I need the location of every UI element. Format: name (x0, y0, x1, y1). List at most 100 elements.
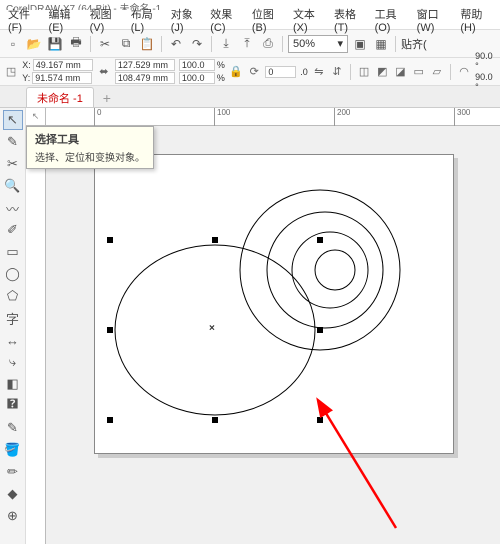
redo-icon[interactable]: ↷ (188, 35, 206, 53)
dropshadow-tool[interactable]: ◧ (3, 374, 23, 394)
menu-file[interactable]: 文件(F) (4, 4, 43, 36)
handle-mr[interactable] (317, 327, 323, 333)
ellipse-tool[interactable]: ◯ (3, 264, 23, 284)
lock-ratio-icon[interactable]: 🔒 (229, 64, 243, 80)
menu-bitmap[interactable]: 位图(B) (248, 4, 287, 36)
snap-label[interactable]: 贴齐( (401, 36, 427, 52)
tooltip-title: 选择工具 (35, 131, 145, 147)
rotation-icon: ⟳ (247, 64, 261, 80)
text-tool[interactable]: 字 (3, 308, 23, 328)
freehand-tool[interactable]: 〰 (3, 198, 23, 218)
undo-icon[interactable]: ↶ (167, 35, 185, 53)
handle-bl[interactable] (107, 417, 113, 423)
menu-window[interactable]: 窗口(W) (413, 4, 455, 36)
shape-tool[interactable]: ✎ (3, 132, 23, 152)
fill-tool[interactable]: 🪣 (3, 440, 23, 460)
handle-ml[interactable] (107, 327, 113, 333)
end-angle[interactable]: 90.0 ° (475, 72, 496, 92)
toolbox: ↖ ✎ ✂ 🔍 〰 ✐ ▭ ◯ ⬠ 字 ↔ ⤷ ◧ 🯄 ✎ 🪣 ✏ ◆ ⊕ (0, 108, 26, 544)
zoom-value: 50% (293, 38, 315, 50)
tooltip-desc: 选择、定位和变换对象。 (35, 149, 145, 164)
menu-text[interactable]: 文本(X) (289, 4, 328, 36)
w-field[interactable]: 127.529 mm (115, 59, 175, 71)
artistic-media-tool[interactable]: ✐ (3, 220, 23, 240)
ruler-horizontal[interactable]: 0 100 200 300 (46, 108, 500, 126)
zoom-tool[interactable]: 🔍 (3, 176, 23, 196)
menu-effect[interactable]: 效果(C) (206, 4, 246, 36)
menu-bar: 文件(F) 编辑(E) 视图(V) 布局(L) 对象(J) 效果(C) 位图(B… (0, 10, 500, 30)
scale-x-field[interactable]: 100.0 (179, 59, 215, 71)
export-icon[interactable]: ⤒ (238, 35, 256, 53)
ruler-origin[interactable]: ↖ (26, 108, 46, 126)
fullscreen-icon[interactable]: ▣ (351, 35, 369, 53)
workspace: ↖ ✎ ✂ 🔍 〰 ✐ ▭ ◯ ⬠ 字 ↔ ⤷ ◧ 🯄 ✎ 🪣 ✏ ◆ ⊕ ↖ … (0, 108, 500, 544)
transparency-tool[interactable]: 🯄 (3, 396, 23, 416)
menu-edit[interactable]: 编辑(E) (45, 4, 84, 36)
separator (395, 36, 396, 52)
document-tabbar: 未命名 -1 + (0, 86, 500, 108)
size-icon: ⬌ (97, 64, 111, 80)
chevron-down-icon: ▾ (337, 37, 343, 50)
menu-view[interactable]: 视图(V) (86, 4, 125, 36)
start-angle[interactable]: 90.0 ° (475, 51, 496, 71)
scale-y-field[interactable]: 100.0 (179, 72, 215, 84)
selection-center[interactable]: × (209, 323, 215, 334)
ruler-vertical[interactable] (26, 126, 46, 544)
paste-icon[interactable]: 📋 (138, 35, 156, 53)
save-icon[interactable]: 💾 (46, 35, 64, 53)
position-icon: ◳ (4, 64, 18, 80)
separator (450, 64, 451, 80)
polygon-tool[interactable]: ⬠ (3, 286, 23, 306)
handle-tr[interactable] (317, 237, 323, 243)
x-field[interactable]: 49.167 mm (33, 59, 93, 71)
y-field[interactable]: 91.574 mm (32, 72, 92, 84)
pick-tool[interactable]: ↖ (3, 110, 23, 130)
handle-bm[interactable] (212, 417, 218, 423)
tooltip: 选择工具 选择、定位和变换对象。 (26, 126, 154, 169)
handle-br[interactable] (317, 417, 323, 423)
parallel-dim-tool[interactable]: ↔ (3, 330, 23, 350)
document-tab[interactable]: 未命名 -1 (26, 87, 94, 107)
print-icon[interactable]: 🖶 (67, 35, 85, 53)
import-icon[interactable]: ⤓ (217, 35, 235, 53)
rectangle-tool[interactable]: ▭ (3, 242, 23, 262)
connector-tool[interactable]: ⤷ (3, 352, 23, 372)
ellipse-object[interactable] (110, 240, 320, 420)
open-icon[interactable]: 📂 (25, 35, 43, 53)
mirror-h-icon[interactable]: ⇋ (312, 64, 326, 80)
new-icon[interactable]: ▫ (4, 35, 22, 53)
opt3-icon[interactable]: ◪ (393, 64, 407, 80)
menu-layout[interactable]: 布局(L) (127, 4, 165, 36)
arc-icon[interactable]: ◠ (457, 64, 471, 80)
h-field[interactable]: 108.479 mm (115, 72, 175, 84)
new-tab-button[interactable]: + (98, 89, 116, 107)
more-tool[interactable]: ⊕ (3, 506, 23, 526)
separator (90, 36, 91, 52)
menu-help[interactable]: 帮助(H) (456, 4, 496, 36)
ruler-icon[interactable]: ▦ (372, 35, 390, 53)
y-label: Y: (22, 73, 30, 83)
crop-tool[interactable]: ✂ (3, 154, 23, 174)
opt4-icon[interactable]: ▭ (412, 64, 426, 80)
menu-object[interactable]: 对象(J) (167, 4, 205, 36)
opt5-icon[interactable]: ▱ (430, 64, 444, 80)
publish-icon[interactable]: ⎙ (259, 35, 277, 53)
property-bar: ◳ X: 49.167 mm Y: 91.574 mm ⬌ 127.529 mm… (0, 58, 500, 86)
handle-tm[interactable] (212, 237, 218, 243)
page[interactable]: × (94, 154, 454, 454)
eyedropper-tool[interactable]: ✎ (3, 418, 23, 438)
handle-tl[interactable] (107, 237, 113, 243)
cut-icon[interactable]: ✂ (96, 35, 114, 53)
zoom-combo[interactable]: 50% ▾ (288, 35, 348, 53)
x-label: X: (22, 60, 31, 70)
opt1-icon[interactable]: ◫ (357, 64, 371, 80)
canvas-area[interactable]: ↖ 0 100 200 300 选择工具 选择、定位和变换对象。 (26, 108, 500, 544)
copy-icon[interactable]: ⧉ (117, 35, 135, 53)
smart-fill-tool[interactable]: ◆ (3, 484, 23, 504)
opt2-icon[interactable]: ◩ (375, 64, 389, 80)
rotation-field[interactable]: 0 (265, 66, 296, 78)
menu-table[interactable]: 表格(T) (330, 4, 369, 36)
outline-tool[interactable]: ✏ (3, 462, 23, 482)
menu-tool[interactable]: 工具(O) (371, 4, 411, 36)
mirror-v-icon[interactable]: ⇵ (330, 64, 344, 80)
